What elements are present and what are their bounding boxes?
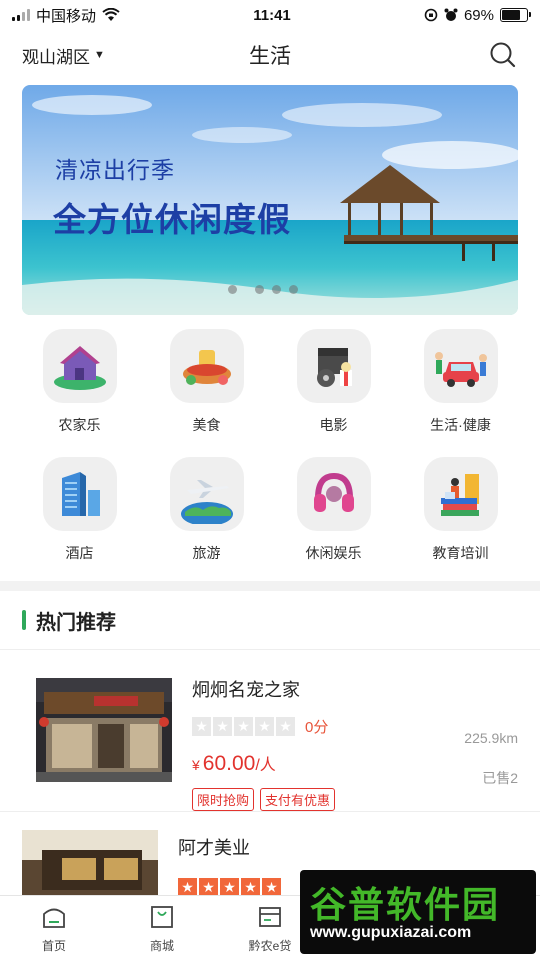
status-right: 69%	[424, 6, 531, 24]
car-wash-icon	[423, 329, 498, 403]
tab-mall[interactable]: 商城	[108, 896, 216, 960]
watermark-url: www.gupuxiazai.com	[310, 924, 472, 941]
hotpot-icon	[169, 329, 244, 403]
category-travel[interactable]: 旅游	[143, 457, 270, 575]
search-icon[interactable]	[488, 40, 518, 70]
section-title: 热门推荐	[36, 611, 116, 634]
carousel-indicator	[228, 285, 298, 294]
category-label: 教育培训	[432, 545, 489, 561]
movie-icon	[296, 329, 371, 403]
tab-home[interactable]: 首页	[0, 896, 108, 960]
carousel-dot	[228, 285, 237, 294]
category-label: 美食	[192, 417, 221, 433]
price-row: ¥ 60.00 /人	[192, 751, 518, 776]
carousel-dot	[255, 285, 264, 294]
item-tags: 限时抢购 支付有优惠	[192, 788, 518, 811]
item-name: 阿才美业	[178, 838, 250, 858]
signal-icon	[12, 9, 30, 21]
status-bar: 中国移动 11:41 69%	[0, 0, 540, 30]
category-grid: 农家乐 美食 电影 生活·健康 酒店 旅游 休闲娱乐 教育培训	[0, 315, 540, 575]
banner-title: 全方位休闲度假	[53, 201, 291, 238]
section-accent-bar	[22, 610, 26, 630]
star-icon: ★	[192, 717, 211, 736]
star-icon: ★	[213, 717, 232, 736]
category-hotel[interactable]: 酒店	[16, 457, 143, 575]
carousel-dot	[289, 285, 298, 294]
list-item[interactable]: 炯炯名宠之家 ★ ★ ★ ★ ★ 0分 225.9km ¥ 60.00 /人 已售2 限…	[0, 650, 540, 812]
farmhouse-icon	[42, 329, 117, 403]
item-price: 60.00	[202, 752, 256, 775]
alarm-icon	[444, 8, 458, 21]
battery-icon	[500, 8, 531, 22]
category-label: 生活·健康	[430, 417, 491, 433]
home-icon	[43, 908, 65, 928]
watermark-title: 谷普软件园	[310, 884, 501, 925]
category-life-health[interactable]: 生活·健康	[397, 329, 524, 447]
tab-label: 商城	[149, 938, 174, 953]
carousel-dot	[272, 285, 281, 294]
category-label: 电影	[319, 417, 348, 433]
tab-label: 黔农e贷	[248, 938, 292, 953]
carrier-label: 中国移动	[36, 7, 97, 25]
promo-tag: 支付有优惠	[260, 788, 336, 811]
item-details: 炯炯名宠之家 ★ ★ ★ ★ ★ 0分 225.9km ¥ 60.00 /人 已售2 限…	[192, 672, 518, 811]
tab-label: 首页	[41, 938, 66, 953]
star-rating: ★ ★ ★ ★ ★	[192, 717, 295, 736]
item-sold-count: 已售2	[482, 770, 518, 786]
item-name: 炯炯名宠之家	[192, 680, 300, 700]
caret-down-icon: ▼	[94, 49, 105, 61]
shop-photo	[36, 678, 172, 782]
star-icon: ★	[255, 717, 274, 736]
category-label: 酒店	[65, 545, 94, 561]
price-unit: /人	[255, 757, 276, 774]
location-label: 观山湖区	[22, 47, 90, 67]
section-divider	[0, 581, 540, 591]
category-entertainment[interactable]: 休闲娱乐	[270, 457, 397, 575]
shopping-bag-icon	[151, 905, 173, 928]
promo-banner[interactable]: 清凉出行季 全方位休闲度假	[22, 85, 518, 315]
category-food[interactable]: 美食	[143, 329, 270, 447]
category-label: 农家乐	[58, 417, 101, 433]
category-education[interactable]: 教育培训	[397, 457, 524, 575]
clock: 11:41	[253, 6, 291, 24]
location-selector[interactable]: 观山湖区 ▼	[22, 43, 105, 68]
battery-percent: 69%	[463, 6, 494, 24]
category-label: 旅游	[192, 545, 221, 561]
item-distance: 225.9km	[464, 730, 518, 746]
category-farmhouse[interactable]: 农家乐	[16, 329, 143, 447]
airplane-globe-icon	[169, 457, 244, 531]
hotel-building-icon	[42, 457, 117, 531]
star-icon: ★	[276, 717, 295, 736]
section-header: 热门推荐	[0, 591, 540, 650]
status-left: 中国移动	[12, 5, 120, 26]
promo-tag: 限时抢购	[192, 788, 255, 811]
banner-subtitle: 清凉出行季	[55, 157, 175, 183]
currency-symbol: ¥	[192, 757, 200, 773]
wifi-icon	[102, 8, 120, 21]
orientation-lock-icon	[424, 8, 438, 22]
watermark: 谷普软件园 www.gupuxiazai.com	[300, 870, 536, 954]
nav-bar: 观山湖区 ▼ 生活	[0, 30, 540, 80]
category-label: 休闲娱乐	[305, 545, 362, 561]
card-icon	[259, 906, 281, 927]
books-icon	[423, 457, 498, 531]
headphones-icon	[296, 457, 371, 531]
item-score: 0分	[305, 719, 329, 736]
category-movie[interactable]: 电影	[270, 329, 397, 447]
star-icon: ★	[234, 717, 253, 736]
